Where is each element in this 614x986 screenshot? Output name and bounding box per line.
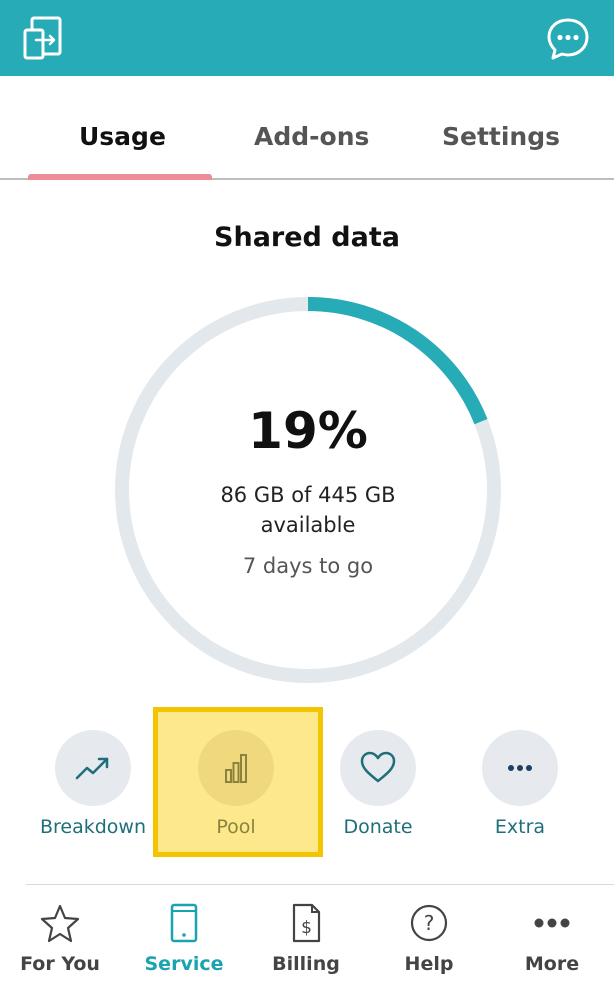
active-tab-indicator [28, 174, 212, 180]
star-icon [40, 904, 80, 943]
more-dots-icon [534, 918, 570, 928]
bar-chart-icon [225, 754, 247, 783]
tab-settings[interactable]: Settings [442, 122, 560, 151]
usage-amount-line1: 86 GB of 445 GB [220, 483, 396, 507]
nav-more-label: More [524, 953, 580, 975]
chat-bubble-icon[interactable] [545, 16, 591, 62]
nav-for-you-label: For You [20, 953, 100, 975]
donate-circle[interactable] [340, 730, 416, 806]
usage-percent: 19% [248, 402, 368, 460]
extra-circle[interactable] [482, 730, 558, 806]
nav-for-you[interactable]: For You [5, 885, 115, 986]
tab-bar: Usage Add-ons Settings [0, 76, 614, 180]
svg-text:$: $ [301, 918, 312, 938]
breakdown-button[interactable]: Breakdown [33, 730, 153, 840]
tab-add-ons[interactable]: Add-ons [254, 122, 369, 151]
extra-label: Extra [494, 816, 546, 838]
tab-usage[interactable]: Usage [79, 122, 166, 151]
bottom-nav: For You Service $ Billing ? Help More [0, 885, 614, 986]
nav-service[interactable]: Service [129, 885, 239, 986]
donate-label: Donate [343, 816, 413, 838]
phone-icon [170, 903, 198, 943]
nav-billing-label: Billing [272, 953, 340, 975]
device-switch-icon[interactable] [22, 16, 64, 60]
extra-button[interactable]: Extra [460, 730, 580, 840]
donate-button[interactable]: Donate [318, 730, 438, 840]
usage-summary: 19% 86 GB of 445 GB available 7 days to … [108, 290, 508, 690]
app-header [0, 0, 614, 76]
nav-more[interactable]: More [497, 885, 607, 986]
pool-circle[interactable] [198, 730, 274, 806]
days-remaining: 7 days to go [242, 554, 374, 578]
breakdown-circle[interactable] [55, 730, 131, 806]
pool-label: Pool [216, 816, 256, 838]
section-title: Shared data [214, 222, 400, 253]
action-row: Breakdown Pool Donate Extra [0, 700, 614, 870]
nav-billing[interactable]: $ Billing [251, 885, 361, 986]
nav-help[interactable]: ? Help [374, 885, 484, 986]
more-dots-icon [508, 765, 532, 771]
pool-button[interactable]: Pool [176, 730, 296, 840]
nav-help-label: Help [404, 953, 454, 975]
svg-text:?: ? [424, 911, 435, 935]
trend-up-icon [75, 757, 109, 780]
usage-amount-line2: available [260, 513, 356, 537]
nav-service-label: Service [144, 953, 224, 975]
heart-icon [360, 751, 396, 783]
usage-ring: 19% 86 GB of 445 GB available 7 days to … [108, 290, 508, 690]
breakdown-label: Breakdown [39, 816, 147, 838]
help-icon: ? [410, 904, 448, 942]
bill-icon: $ [292, 903, 321, 943]
usage-amount: 86 GB of 445 GB available [108, 480, 508, 540]
